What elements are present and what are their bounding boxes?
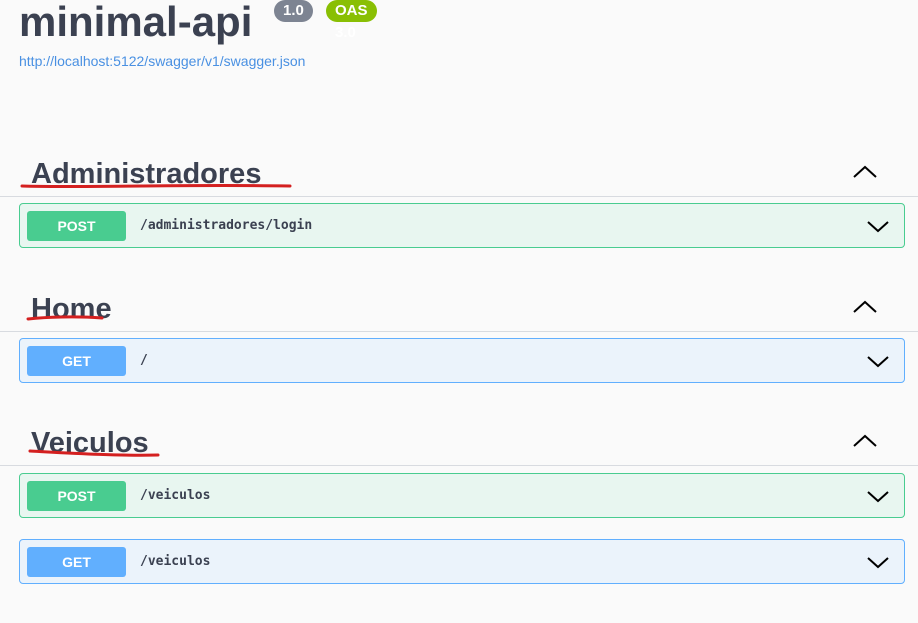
chevron-down-icon[interactable] — [866, 486, 890, 506]
api-title: minimal-api — [19, 0, 253, 45]
version-badge: 1.0 — [274, 0, 313, 22]
tag-header-home[interactable]: Home — [0, 281, 918, 332]
red-underline-annotation — [20, 183, 292, 189]
tag-header-administradores[interactable]: Administradores — [0, 146, 918, 197]
tag-section-administradores: Administradores — [0, 146, 918, 197]
method-badge: POST — [27, 211, 126, 241]
api-info: minimal-api 1.0 OAS 3.0 — [19, 0, 377, 45]
tag-header-veiculos[interactable]: Veiculos — [0, 415, 918, 466]
chevron-up-icon[interactable] — [850, 295, 880, 319]
chevron-up-icon[interactable] — [850, 160, 880, 184]
tag-section-veiculos: Veiculos — [0, 415, 918, 466]
chevron-up-icon[interactable] — [850, 429, 880, 453]
operation-path: / — [140, 353, 148, 368]
opblock-get-home[interactable]: GET / — [19, 338, 905, 383]
opblock-post-administradores-login[interactable]: POST /administradores/login — [19, 203, 905, 248]
swagger-page: minimal-api 1.0 OAS 3.0 http://localhost… — [0, 0, 918, 623]
method-badge: POST — [27, 481, 126, 511]
opblock-get-veiculos[interactable]: GET /veiculos — [19, 539, 905, 584]
method-badge: GET — [27, 547, 126, 577]
operation-path: /veiculos — [140, 488, 211, 503]
chevron-down-icon[interactable] — [866, 216, 890, 236]
chevron-down-icon[interactable] — [866, 351, 890, 371]
method-badge: GET — [27, 346, 126, 376]
tag-section-home: Home — [0, 281, 918, 332]
spec-url-link[interactable]: http://localhost:5122/swagger/v1/swagger… — [19, 53, 305, 69]
chevron-down-icon[interactable] — [866, 552, 890, 572]
operation-path: /veiculos — [140, 554, 211, 569]
red-underline-annotation — [26, 315, 104, 321]
operation-path: /administradores/login — [140, 218, 313, 233]
opblock-post-veiculos[interactable]: POST /veiculos — [19, 473, 905, 518]
oas-badge: OAS 3.0 — [326, 0, 377, 41]
red-underline-annotation — [28, 449, 160, 457]
